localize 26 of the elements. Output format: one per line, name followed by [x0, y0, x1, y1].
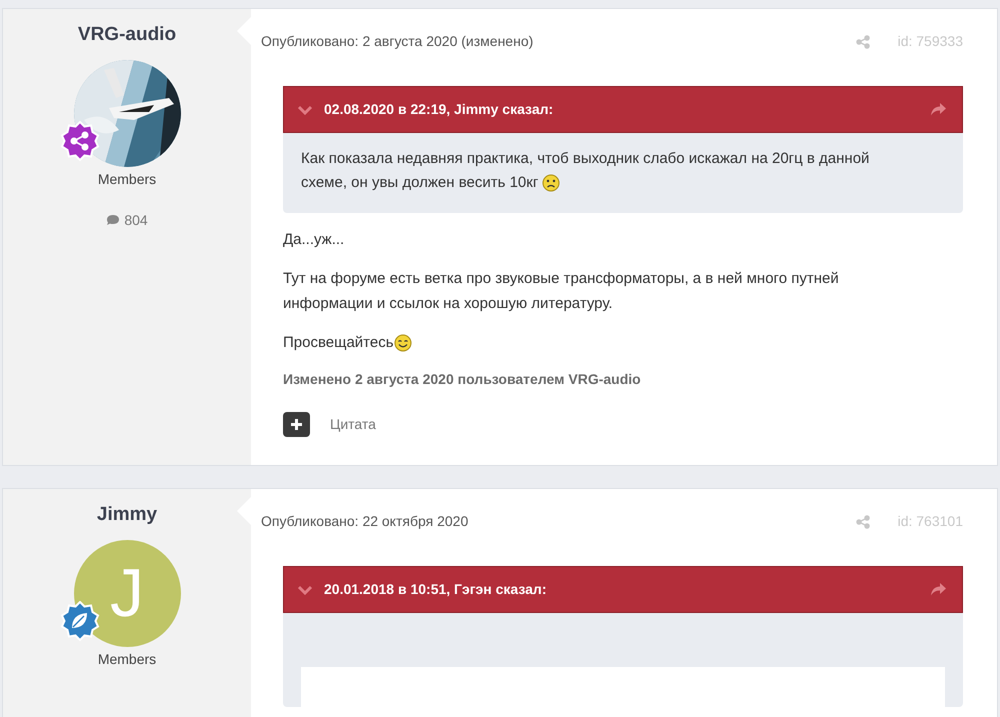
reply-arrow-icon[interactable]: [930, 583, 946, 596]
post-count: 804: [124, 210, 148, 230]
published-date: Опубликовано: 22 октября 2020: [261, 512, 470, 531]
author-name[interactable]: VRG-audio: [78, 21, 176, 50]
plus-icon: [291, 419, 302, 430]
multiquote-button[interactable]: [283, 412, 310, 437]
author-name[interactable]: Jimmy: [96, 501, 158, 530]
edit-note: Изменено 2 августа 2020 пользователем VRG-audio: [283, 370, 642, 389]
quote-citation: 20.01.2018 в 10:51, Гэгэн сказал:: [324, 580, 548, 599]
quote-header[interactable]: 20.01.2018 в 10:51, Гэгэн сказал:: [283, 566, 963, 613]
member-group: Members: [98, 168, 156, 190]
share-icon[interactable]: [856, 34, 870, 48]
post-paragraph: Просвещайтесь: [283, 330, 963, 355]
share-icon[interactable]: [856, 514, 870, 528]
post-paragraph: Да...уж...: [283, 230, 346, 250]
reply-arrow-icon[interactable]: [930, 103, 946, 116]
quote-link[interactable]: Цитата: [330, 414, 376, 435]
quote-citation: 02.08.2020 в 22:19, Jimmy сказал:: [324, 100, 554, 119]
chevron-down-icon[interactable]: [298, 104, 312, 114]
quote-text: Как показала недавняя практика, чтоб выходник слабо искажал на 20гц в данной схеме, он увы должен весить 10кг: [300, 149, 870, 194]
member-group: Members: [98, 648, 156, 670]
published-date: Опубликовано: 2 августа 2020 (изменено): [261, 32, 534, 51]
speech-bubble-icon: [106, 214, 120, 226]
chevron-down-icon[interactable]: [298, 584, 312, 594]
quote-header[interactable]: 02.08.2020 в 22:19, Jimmy сказал:: [283, 86, 963, 133]
post-paragraph: Тут на форуме есть ветка про звуковые трансформаторы, а в ней много путней информации и ссылок на хорошую литературу.: [283, 269, 840, 314]
